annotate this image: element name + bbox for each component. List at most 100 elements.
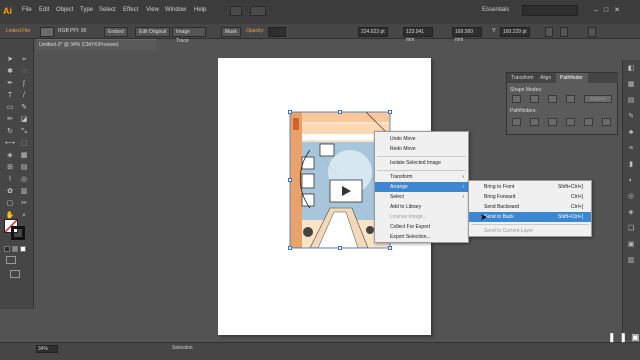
slice-tool-icon[interactable]: ✂ bbox=[18, 199, 30, 209]
x-field[interactable]: 224.623 pt bbox=[358, 27, 388, 37]
color-panel-icon[interactable]: ◧ bbox=[626, 64, 636, 74]
bounding-handle-b[interactable] bbox=[338, 246, 342, 250]
intersect-button[interactable] bbox=[548, 95, 557, 103]
brushes-icon[interactable]: ✎ bbox=[626, 112, 636, 122]
libraries-icon[interactable]: ▥ bbox=[626, 256, 636, 266]
opacity-label[interactable]: Opacity: bbox=[246, 28, 264, 34]
minus-back-button[interactable] bbox=[602, 118, 611, 126]
width-field[interactable]: 123.041 mm bbox=[403, 27, 433, 43]
magic-wand-tool-icon[interactable]: ✱ bbox=[4, 67, 16, 77]
y-field[interactable]: 160.229 pt bbox=[500, 27, 530, 37]
document-tab[interactable]: Untitled-2* @ 34% (CMYK/Preview) bbox=[36, 39, 156, 50]
width-tool-icon[interactable]: ⟷ bbox=[4, 139, 16, 149]
status-mode[interactable]: Selection bbox=[172, 345, 193, 351]
screen-mode-button[interactable] bbox=[10, 270, 20, 278]
scale-tool-icon[interactable]: ⤡ bbox=[18, 127, 30, 137]
gradient-tool-icon[interactable]: ▤ bbox=[18, 163, 30, 173]
transparency-icon[interactable]: ◐ bbox=[626, 176, 636, 186]
menu-item-redo-move[interactable]: Redo Move bbox=[375, 144, 468, 154]
rotate-tool-icon[interactable]: ↻ bbox=[4, 127, 16, 137]
swatches-icon[interactable]: ▤ bbox=[626, 96, 636, 106]
menu-item-collect-for-export[interactable]: Collect For Export bbox=[375, 222, 468, 232]
stroke-swatch[interactable] bbox=[11, 226, 25, 240]
minus-front-button[interactable] bbox=[530, 95, 539, 103]
menu-edit[interactable]: Edit bbox=[39, 7, 49, 13]
gradient-mode-button[interactable] bbox=[12, 246, 18, 252]
blend-tool-icon[interactable]: ◎ bbox=[18, 175, 30, 185]
gradient-icon[interactable]: ▮ bbox=[626, 160, 636, 170]
mesh-tool-icon[interactable]: ⊞ bbox=[4, 163, 16, 173]
selection-tool-icon[interactable]: ➤ bbox=[4, 55, 16, 65]
appearance-icon[interactable]: ◎ bbox=[626, 192, 636, 202]
menu-object[interactable]: Object bbox=[56, 7, 73, 13]
menu-item-isolate-selected-image[interactable]: Isolate Selected Image bbox=[375, 158, 468, 168]
menu-type[interactable]: Type bbox=[80, 7, 93, 13]
artboard-tool-icon[interactable]: ▢ bbox=[4, 199, 16, 209]
arrange-documents-button[interactable] bbox=[250, 6, 266, 16]
menu-item-undo-move[interactable]: Undo Move bbox=[375, 134, 468, 144]
symbol-sprayer-tool-icon[interactable]: ✿ bbox=[4, 187, 16, 197]
bounding-handle-tl[interactable] bbox=[288, 110, 292, 114]
unite-button[interactable] bbox=[512, 95, 521, 103]
menu-view[interactable]: View bbox=[146, 7, 159, 13]
tab-transform[interactable]: Transform bbox=[511, 75, 534, 81]
embed-button[interactable]: Embed bbox=[104, 27, 128, 37]
search-input[interactable] bbox=[522, 5, 578, 16]
edit-original-button[interactable]: Edit Original bbox=[135, 27, 171, 37]
trim-button[interactable] bbox=[530, 118, 539, 126]
eraser-tool-icon[interactable]: ◪ bbox=[18, 115, 30, 125]
bounding-handle-br[interactable] bbox=[388, 246, 392, 250]
paintbrush-tool-icon[interactable]: ✎ bbox=[18, 103, 30, 113]
panel-menu-button[interactable] bbox=[588, 27, 596, 37]
perspective-grid-tool-icon[interactable]: ▦ bbox=[18, 151, 30, 161]
menu-item-select[interactable]: Select › bbox=[375, 192, 468, 202]
align-button[interactable] bbox=[560, 27, 568, 37]
outline-button[interactable] bbox=[584, 118, 593, 126]
shape-builder-tool-icon[interactable]: ◈ bbox=[4, 151, 16, 161]
merge-button[interactable] bbox=[548, 118, 557, 126]
graphic-styles-icon[interactable]: ◈ bbox=[626, 208, 636, 218]
exclude-button[interactable] bbox=[566, 95, 575, 103]
menu-item-bring-forward[interactable]: Bring Forward Ctrl+] bbox=[469, 192, 591, 202]
menu-file[interactable]: File bbox=[22, 7, 32, 13]
tab-pathfinder[interactable]: Pathfinder bbox=[560, 75, 583, 81]
bounding-handle-tr[interactable] bbox=[388, 110, 392, 114]
menu-item-transform[interactable]: Transform › bbox=[375, 172, 468, 182]
curvature-tool-icon[interactable]: ∫ bbox=[18, 79, 30, 89]
menu-select[interactable]: Select bbox=[99, 7, 116, 13]
window-controls[interactable]: –□✕ bbox=[594, 6, 626, 14]
symbols-icon[interactable]: ♣ bbox=[626, 128, 636, 138]
menu-item-bring-to-front[interactable]: Bring to Front Shift+Ctrl+] bbox=[469, 182, 591, 192]
pen-tool-icon[interactable]: ✒ bbox=[4, 79, 16, 89]
divide-button[interactable] bbox=[512, 118, 521, 126]
zoom-tool-icon[interactable]: ⌕ bbox=[18, 211, 30, 221]
transform-button[interactable] bbox=[545, 27, 553, 37]
height-field[interactable]: 169.560 mm bbox=[452, 27, 482, 43]
color-mode-button[interactable] bbox=[4, 246, 10, 252]
layers-icon[interactable]: ❏ bbox=[626, 224, 636, 234]
link-thumbnail[interactable] bbox=[40, 27, 54, 37]
workspace-switcher[interactable]: Essentials bbox=[482, 7, 509, 13]
menu-item-export-selection[interactable]: Export Selection... bbox=[375, 232, 468, 242]
color-guide-icon[interactable]: ▦ bbox=[626, 80, 636, 90]
type-tool-icon[interactable]: T bbox=[4, 91, 16, 101]
pencil-tool-icon[interactable]: ✏ bbox=[4, 115, 16, 125]
tab-align[interactable]: Align bbox=[540, 75, 551, 81]
graph-tool-icon[interactable]: ▥ bbox=[18, 187, 30, 197]
menu-item-arrange[interactable]: Arrange › bbox=[375, 182, 468, 192]
opacity-field[interactable] bbox=[268, 27, 286, 37]
menu-help[interactable]: Help bbox=[194, 7, 206, 13]
image-trace-button[interactable]: Image Trace bbox=[172, 27, 206, 44]
zoom-field[interactable]: 34% bbox=[36, 345, 58, 353]
lasso-tool-icon[interactable]: ◌ bbox=[18, 67, 30, 77]
menu-window[interactable]: Window bbox=[165, 7, 186, 13]
line-tool-icon[interactable]: / bbox=[18, 91, 30, 101]
free-transform-tool-icon[interactable]: ⬚ bbox=[18, 139, 30, 149]
bounding-handle-l[interactable] bbox=[288, 178, 292, 182]
video-controls-icon[interactable]: ❚❚▣ bbox=[608, 332, 640, 343]
drawing-mode-button[interactable] bbox=[6, 256, 16, 264]
direct-selection-tool-icon[interactable]: ➢ bbox=[18, 55, 30, 65]
bounding-handle-t[interactable] bbox=[338, 110, 342, 114]
bridge-button[interactable] bbox=[230, 6, 242, 16]
bounding-handle-bl[interactable] bbox=[288, 246, 292, 250]
